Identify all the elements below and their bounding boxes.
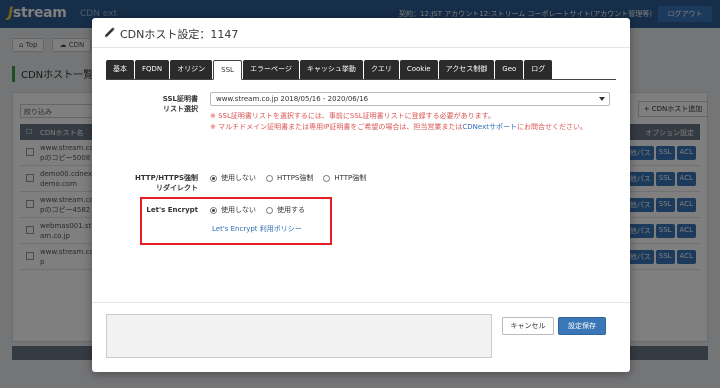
cancel-button[interactable]: キャンセル — [502, 317, 554, 335]
ssl-cert-label: SSL証明書 リスト選択 — [162, 95, 198, 113]
message-area — [106, 314, 492, 358]
redirect-radio-https[interactable]: HTTPS強制 — [266, 173, 313, 183]
chevron-down-icon — [599, 97, 605, 101]
cdn-host-settings-modal: CDNホスト設定：1147 基本 FQDN オリジン SSL エラーページ キャ… — [92, 18, 630, 372]
tab-log[interactable]: ログ — [524, 60, 553, 79]
tab-geo[interactable]: Geo — [495, 60, 524, 79]
ssl-cert-select[interactable]: www.stream.co.jp 2018/05/16 - 2020/06/16 — [210, 92, 610, 106]
cdnext-support-link[interactable]: CDNextサポート — [462, 123, 517, 131]
modal-header: CDNホスト設定：1147 — [92, 18, 630, 48]
tab-error-page[interactable]: エラーページ — [242, 60, 299, 79]
redirect-radio-none[interactable]: 使用しない — [210, 173, 256, 183]
tab-query[interactable]: クエリ — [363, 60, 399, 79]
highlight-box — [140, 197, 332, 245]
redirect-label: HTTP/HTTPS強制 リダイレクト — [135, 174, 198, 192]
tab-cache-behavior[interactable]: キャッシュ挙動 — [299, 60, 363, 79]
ssl-note-1: ※ SSL証明書リストを選択するには、事前にSSL証明書リストに登録する必要があ… — [210, 112, 495, 120]
tab-basic[interactable]: 基本 — [106, 60, 134, 79]
tab-cookie[interactable]: Cookie — [399, 60, 438, 79]
footer-divider — [92, 302, 630, 303]
tab-ssl[interactable]: SSL — [213, 60, 242, 80]
settings-tabs: 基本 FQDN オリジン SSL エラーページ キャッシュ挙動 クエリ Cook… — [106, 60, 616, 80]
pencil-icon — [104, 27, 115, 38]
ssl-note-2: ※ マルチドメイン証明書または専用IP証明書をご希望の場合は、担当営業またはCD… — [210, 123, 587, 131]
tab-origin[interactable]: オリジン — [170, 60, 213, 79]
tab-fqdn[interactable]: FQDN — [135, 60, 170, 79]
redirect-radio-group: 使用しない HTTPS強制 HTTP強制 — [210, 173, 366, 183]
redirect-radio-http[interactable]: HTTP強制 — [323, 173, 366, 183]
save-button[interactable]: 設定保存 — [558, 317, 606, 335]
modal-title: CDNホスト設定：1147 — [120, 28, 239, 41]
tab-access-control[interactable]: アクセス制御 — [438, 60, 495, 79]
ssl-tab-content: SSL証明書 リスト選択 www.stream.co.jp 2018/05/16… — [106, 81, 616, 291]
